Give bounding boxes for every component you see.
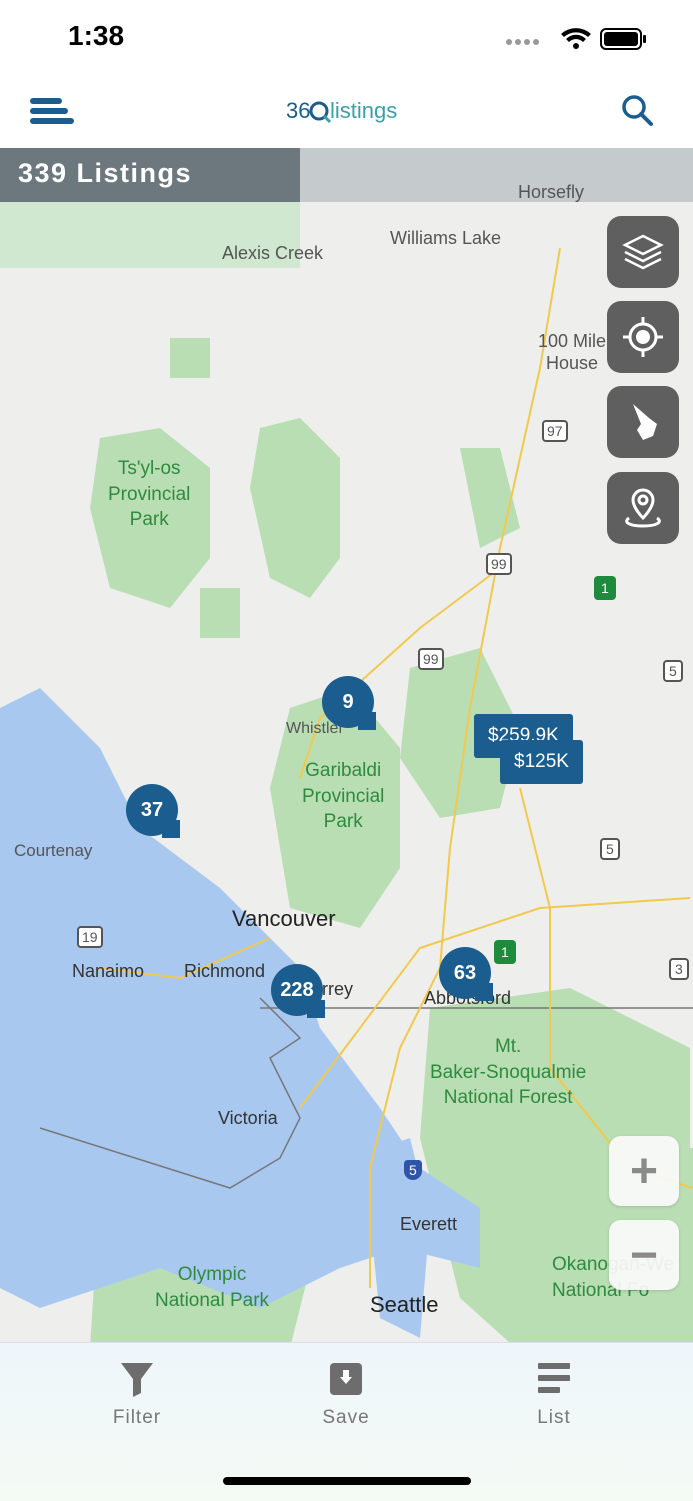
home-indicator <box>223 1477 471 1485</box>
cluster-marker[interactable]: 9 <box>322 676 376 730</box>
wifi-icon <box>561 28 591 49</box>
place-everett: Everett <box>400 1214 458 1234</box>
cellular-icon <box>506 39 539 45</box>
tab-filter[interactable]: Filter <box>77 1355 197 1445</box>
cluster-marker[interactable]: 63 <box>439 947 493 1001</box>
locate-button[interactable] <box>607 301 679 373</box>
listings-bar-extension <box>300 148 693 202</box>
place-mt-baker: Mt. Baker-Snoqualmie National Forest <box>430 1036 587 1109</box>
highway-3: 3 <box>669 958 689 980</box>
tab-filter-label: Filter <box>112 1407 162 1428</box>
pin-icon <box>625 488 661 528</box>
place-richmond: Richmond <box>184 961 266 981</box>
highway-99: 99 <box>486 553 512 575</box>
filter-icon <box>121 1363 153 1397</box>
tab-save[interactable]: Save <box>286 1355 406 1445</box>
water-areas <box>0 688 480 1338</box>
tab-list[interactable]: List <box>494 1355 614 1445</box>
app-logo: 36 listings <box>286 98 397 124</box>
place-courtenay: Courtenay <box>14 841 93 860</box>
layers-icon <box>622 234 664 270</box>
place-tsylos-park: Ts'yl-os Provincial Park <box>108 458 191 531</box>
map-base <box>0 148 693 1342</box>
place-williams-lake: Williams Lake <box>390 228 502 248</box>
place-seattle: Seattle <box>370 1292 439 1317</box>
place-garibaldi-park: Garibaldi Provincial Park <box>302 760 385 833</box>
highway-5: 5 <box>600 838 620 860</box>
price-marker[interactable]: $125K <box>500 740 583 784</box>
interstate-5: 5 <box>404 1160 422 1180</box>
trans-canada-1: 1 <box>594 576 616 600</box>
search-icon[interactable] <box>619 92 655 128</box>
place-surrey: rrey <box>322 979 353 999</box>
status-icons <box>506 28 646 50</box>
place-olympic: Olympic National Park <box>155 1264 270 1311</box>
highway-5: 5 <box>663 660 683 682</box>
place-100-mile-house: 100 Mile House <box>538 331 607 373</box>
pin-button[interactable] <box>607 472 679 544</box>
status-time: 1:38 <box>68 20 125 51</box>
draw-button[interactable] <box>607 386 679 458</box>
status-bar: 1:38 <box>0 0 693 76</box>
svg-text:listings: listings <box>330 98 397 123</box>
zoom-out-button[interactable]: − <box>609 1220 679 1290</box>
layers-button[interactable] <box>607 216 679 288</box>
trans-canada-1: 1 <box>494 940 516 964</box>
place-horsefly: Horsefly <box>518 182 585 202</box>
place-vancouver: Vancouver <box>232 906 336 931</box>
battery-icon <box>600 28 646 50</box>
listings-count-bar: 339 Listings <box>0 148 300 202</box>
highway-99: 99 <box>418 648 444 670</box>
svg-text:36: 36 <box>286 98 310 123</box>
menu-icon <box>30 98 62 104</box>
locate-icon <box>623 317 663 357</box>
place-alexis-creek: Alexis Creek <box>222 243 324 263</box>
menu-button[interactable] <box>30 94 78 130</box>
map-view[interactable]: 339 Listings Horsefly Alexis Creek Willi… <box>0 148 693 1342</box>
place-victoria: Victoria <box>218 1108 278 1128</box>
cluster-marker[interactable]: 228 <box>271 964 325 1018</box>
tab-save-label: Save <box>322 1407 370 1428</box>
highway-97: 97 <box>542 420 568 442</box>
zoom-in-button[interactable]: + <box>609 1136 679 1206</box>
listings-count: 339 Listings <box>18 158 193 188</box>
highway-19: 19 <box>77 926 103 948</box>
app-header: 36 listings <box>0 76 693 148</box>
cluster-marker[interactable]: 37 <box>126 784 180 838</box>
draw-icon <box>633 404 657 440</box>
tab-list-label: List <box>537 1407 571 1428</box>
place-nanaimo: Nanaimo <box>72 961 145 981</box>
save-icon <box>330 1363 362 1395</box>
list-icon <box>538 1363 570 1393</box>
